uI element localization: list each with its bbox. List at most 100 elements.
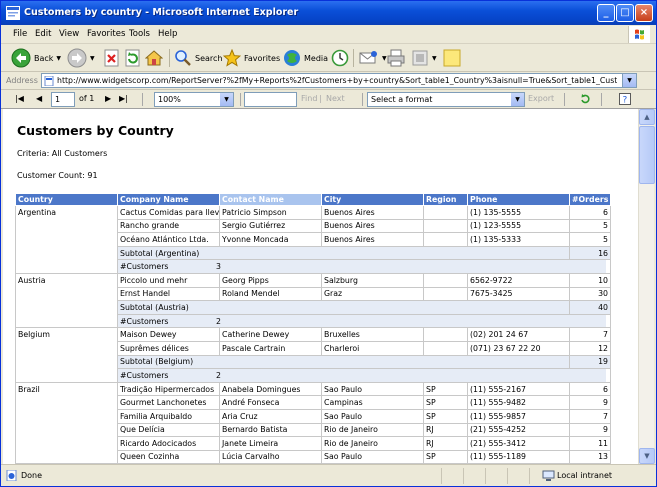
column-header-region[interactable]: Region — [423, 193, 468, 206]
status-pane — [507, 468, 508, 484]
messenger-button[interactable] — [443, 47, 461, 69]
last-page-icon[interactable]: ▶| — [119, 94, 128, 103]
subtotal-value: 40 — [569, 300, 611, 315]
format-dropdown-icon[interactable]: ▼ — [511, 93, 524, 106]
maximize-button[interactable]: □ — [616, 4, 634, 22]
help-icon[interactable]: ? — [619, 93, 631, 105]
menu-edit[interactable]: Edit — [35, 29, 51, 39]
address-dropdown-icon[interactable]: ▼ — [622, 74, 636, 87]
column-header-orders[interactable]: #Orders — [569, 193, 611, 206]
browser-window: Customers by country - Microsoft Interne… — [0, 0, 657, 487]
scroll-down-icon[interactable]: ▼ — [639, 448, 655, 464]
mail-icon — [359, 51, 377, 64]
stop-button[interactable] — [103, 47, 121, 69]
contact-cell: Patricio Simpson — [219, 205, 322, 220]
contact-cell: Lúcia Carvalho — [219, 449, 322, 464]
search-label: Search — [195, 53, 223, 63]
company-cell: Ricardo Adocicados — [117, 436, 220, 451]
customers-count-value: 3 — [215, 259, 607, 274]
mail-dropdown-icon[interactable]: ▼ — [382, 55, 387, 62]
city-cell: Rio de Janeiro — [321, 422, 424, 438]
menu-file[interactable]: File — [13, 29, 27, 39]
company-cell: Rancho grande — [117, 218, 220, 234]
menu-tools[interactable]: Tools — [129, 29, 150, 39]
phone-cell: (071) 23 67 22 20 — [467, 340, 570, 356]
report-refresh-icon[interactable] — [579, 93, 591, 105]
region-cell: RJ — [423, 436, 468, 451]
country-cell: Belgium — [15, 327, 118, 383]
company-cell: Tradição Hipermercados — [117, 381, 220, 397]
subtotal-value: 19 — [569, 354, 611, 370]
address-url[interactable]: http://www.widgetscorp.com/ReportServer?… — [57, 76, 617, 85]
toolbar-separator — [564, 93, 565, 106]
customers-count-value: 2 — [215, 368, 607, 383]
company-cell: Maison Dewey — [117, 327, 220, 342]
edit-page-icon — [412, 50, 428, 66]
previous-page-icon[interactable]: ◀ — [36, 94, 42, 103]
print-button[interactable] — [387, 47, 405, 69]
company-cell: Gourmet Lanchonetes — [117, 395, 220, 410]
history-button[interactable] — [331, 47, 349, 69]
forward-dropdown-icon[interactable]: ▼ — [90, 55, 95, 62]
zoom-select[interactable]: 100% ▼ — [154, 92, 234, 107]
favorites-button[interactable]: Favorites — [223, 47, 280, 69]
column-header-contact[interactable]: Contact Name — [219, 193, 322, 206]
country-cell: Brazil — [15, 381, 118, 464]
phone-cell: (02) 201 24 67 — [467, 327, 570, 342]
export-link[interactable]: Export — [528, 94, 554, 103]
title-bar: Customers by country - Microsoft Interne… — [1, 1, 656, 25]
region-cell: SP — [423, 381, 468, 397]
close-button[interactable]: × — [635, 4, 653, 22]
menu-view[interactable]: View — [59, 29, 79, 39]
menu-help[interactable]: Help — [158, 29, 177, 39]
country-cell: Argentina — [15, 205, 118, 274]
status-pane — [441, 468, 442, 484]
next-link[interactable]: Next — [326, 94, 345, 103]
column-header-company[interactable]: Company Name — [117, 193, 220, 206]
search-button[interactable]: Search — [174, 47, 222, 69]
orders-cell: 5 — [569, 232, 611, 247]
refresh-button[interactable] — [124, 47, 142, 69]
city-cell: Buenos Aires — [321, 205, 424, 220]
report-title: Customers by Country — [17, 123, 174, 138]
next-page-icon[interactable]: ▶ — [105, 94, 111, 103]
back-button[interactable]: Back ▼ — [11, 47, 61, 69]
column-header-country[interactable]: Country — [15, 193, 118, 206]
page-number-input[interactable]: 1 — [51, 92, 75, 107]
contact-cell: Bernardo Batista — [219, 422, 322, 438]
scroll-thumb[interactable] — [639, 126, 655, 184]
contact-cell: Pascale Cartrain — [219, 340, 322, 356]
home-button[interactable] — [145, 47, 163, 69]
menu-favorites[interactable]: Favorites — [87, 29, 125, 39]
forward-button[interactable]: ▼ — [67, 47, 95, 69]
edit-button[interactable]: ▼ — [411, 47, 437, 69]
zoom-dropdown-icon[interactable]: ▼ — [220, 93, 233, 106]
mail-button[interactable]: ▼ — [359, 47, 387, 69]
orders-cell: 11 — [569, 436, 611, 451]
address-field[interactable]: http://www.widgetscorp.com/ReportServer?… — [41, 73, 637, 88]
toolbar-separator — [362, 93, 363, 106]
phone-cell: (11) 555-1189 — [467, 449, 570, 464]
back-dropdown-icon[interactable]: ▼ — [56, 55, 61, 62]
minimize-button[interactable]: _ — [597, 4, 615, 22]
media-button[interactable]: Media — [283, 47, 328, 69]
find-link[interactable]: Find — [301, 94, 317, 103]
find-input[interactable] — [244, 92, 297, 107]
phone-cell: (1) 135-5333 — [467, 232, 570, 247]
table-row: Austria Piccolo und mehr Georg Pipps Sal… — [15, 272, 611, 329]
subtotal-label: Subtotal (Argentina) — [117, 245, 570, 261]
svg-text:?: ? — [623, 96, 628, 106]
column-header-city[interactable]: City — [321, 193, 424, 206]
vertical-scrollbar[interactable]: ▲ ▼ — [638, 109, 655, 464]
orders-cell: 9 — [569, 395, 611, 410]
edit-dropdown-icon[interactable]: ▼ — [432, 55, 437, 62]
city-cell: Bruxelles — [321, 327, 424, 342]
column-header-phone[interactable]: Phone — [467, 193, 570, 206]
first-page-icon[interactable]: |◀ — [15, 94, 24, 103]
page-icon — [44, 76, 54, 86]
export-format-select[interactable]: Select a format ▼ — [367, 92, 525, 107]
contact-cell: Catherine Dewey — [219, 327, 322, 342]
forward-arrow-icon — [67, 48, 87, 68]
scroll-up-icon[interactable]: ▲ — [639, 109, 655, 125]
customers-count-value: 2 — [215, 313, 607, 329]
